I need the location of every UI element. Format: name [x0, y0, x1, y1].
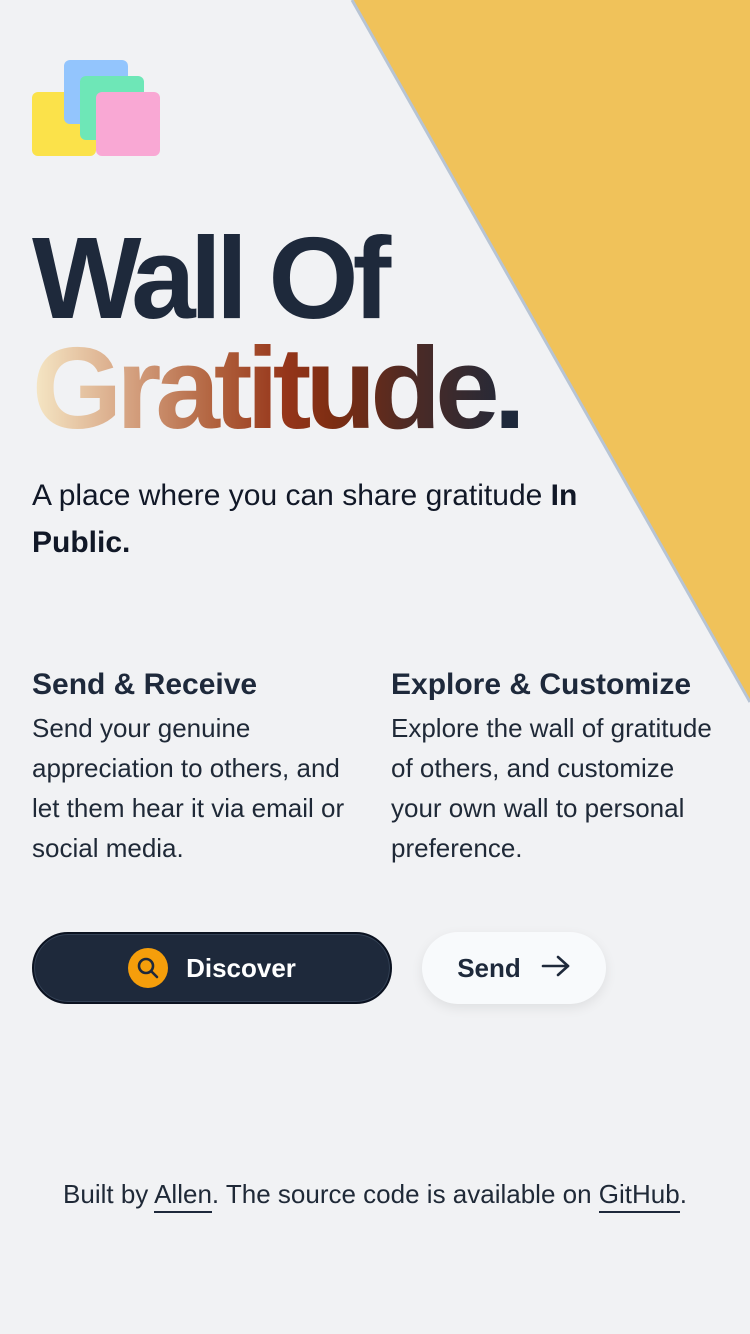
search-icon [128, 948, 169, 988]
feature-explore-customize: Explore & Customize Explore the wall of … [391, 664, 731, 868]
feature-send-receive: Send & Receive Send your genuine appreci… [32, 664, 362, 868]
feature-description: Send your genuine appreciation to others… [32, 713, 345, 863]
discover-button[interactable]: Discover [32, 932, 392, 1004]
footer-credits: Built by Allen. The source code is avail… [0, 1166, 750, 1222]
feature-description: Explore the wall of gratitude of others,… [391, 713, 712, 863]
footer-prefix: Built by [63, 1179, 155, 1209]
author-link[interactable]: Allen [154, 1179, 212, 1213]
page-title-line-2: Gratitude. [32, 322, 526, 455]
discover-button-label: Discover [186, 952, 296, 983]
arrow-right-icon [541, 954, 571, 983]
feature-title: Send & Receive [32, 668, 258, 701]
tagline: A place where you can share gratitude In… [32, 472, 652, 566]
feature-title: Explore & Customize [391, 668, 692, 701]
page-title-gradient-word: Gratitude [32, 323, 494, 453]
github-link[interactable]: GitHub [598, 1179, 680, 1213]
footer-middle: . The source code is available on [211, 1179, 599, 1209]
logo-square-pink [96, 92, 160, 156]
send-button[interactable]: Send [422, 932, 606, 1004]
footer-suffix: . [679, 1179, 687, 1209]
tagline-text: A place where you can share gratitude [32, 479, 551, 512]
stacked-squares-logo-icon [32, 60, 162, 160]
page-title-period: . [493, 323, 526, 453]
send-button-label: Send [457, 952, 521, 983]
